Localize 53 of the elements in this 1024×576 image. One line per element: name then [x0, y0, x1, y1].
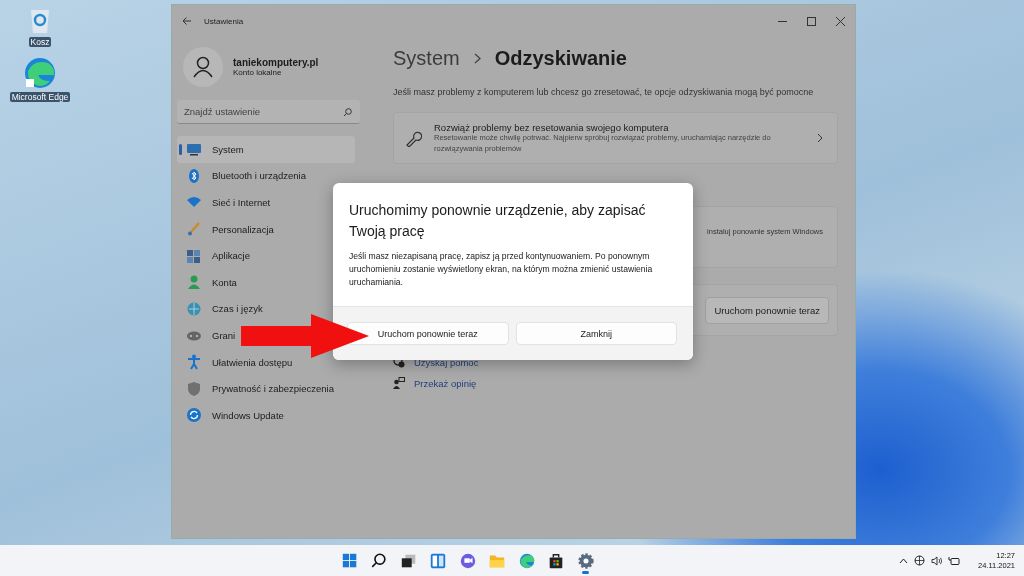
dialog-button[interactable]: Zamknij: [515, 322, 677, 345]
maximize-icon[interactable]: [807, 16, 816, 26]
person-icon: [193, 56, 213, 78]
edge-icon: [24, 57, 56, 89]
brush-icon: [186, 221, 202, 238]
back-icon[interactable]: [182, 16, 192, 26]
feedback-link[interactable]: Przekaż opinię: [414, 377, 477, 389]
dialog-button[interactable]: Uruchom ponownie teraz: [347, 322, 509, 345]
person-icon: [186, 274, 202, 291]
dialog-title: Uruchomimy ponownie urządzenie, aby zapisać Twoją pracę: [349, 201, 647, 241]
sidebar-item[interactable]: Prywatność i zabezpieczenia: [177, 375, 355, 402]
store-icon[interactable]: [547, 551, 565, 570]
restart-button[interactable]: Uruchom ponownie teraz: [705, 296, 829, 324]
accessibility-icon: [186, 354, 202, 371]
display-icon: [186, 141, 202, 158]
active-indicator: [582, 571, 589, 574]
chevron-icon: [473, 52, 481, 64]
card-title: Rozwiąż problemy bez resetowania swojego komputera: [434, 122, 670, 134]
speaker-icon[interactable]: [931, 555, 942, 566]
search-icon[interactable]: [370, 551, 388, 570]
sidebar-item[interactable]: Bluetooth i urządzenia: [177, 162, 355, 190]
chevron-up-icon[interactable]: [899, 557, 908, 564]
chevron-icon: [817, 133, 823, 143]
battery-icon[interactable]: [948, 555, 960, 566]
sidebar-item[interactable]: Ułatwienia dostępu: [177, 348, 355, 376]
page-description: Jeśli masz problemy z komputerem lub chcesz go zresetować, te opcje odzyskiwania mogą być pomocne: [393, 87, 815, 97]
dialog-message: Jeśli masz niezapisaną pracę, zapisz ją przed kontynuowaniem. Po ponownym uruchomieniu zostanie wyświetlony ekran, na którym można zmienić ustawienia uruchamiania.: [349, 250, 654, 289]
wrench-icon: [404, 129, 422, 147]
breadcrumb-link[interactable]: System: [393, 46, 460, 70]
sidebar-item[interactable]: System: [177, 136, 355, 163]
gear-icon[interactable]: [576, 551, 595, 570]
desktop-icon-label[interactable]: Microsoft Edge: [9, 92, 71, 102]
sidebar-item[interactable]: Windows Update: [177, 401, 355, 429]
desktop-icon-label[interactable]: Kosz: [28, 37, 52, 47]
help-link[interactable]: Uzyskaj pomoc: [414, 356, 479, 368]
chat-icon[interactable]: [458, 551, 477, 570]
edge-icon[interactable]: [517, 551, 536, 570]
start-icon[interactable]: [340, 551, 359, 570]
account-type: Konto lokalne: [233, 68, 283, 77]
feedback-icon: [393, 377, 405, 389]
close-icon[interactable]: [836, 16, 845, 26]
shield-icon: [186, 380, 202, 397]
update-icon: [186, 407, 202, 424]
account-name: taniekomputery.pl: [233, 57, 319, 68]
window-title: Ustawienia: [204, 16, 244, 26]
page-title: Odzyskiwanie: [494, 46, 627, 70]
globe-icon: [186, 300, 202, 317]
bluetooth-icon: [186, 167, 202, 184]
widgets-icon[interactable]: [429, 551, 447, 570]
apps-icon: [186, 247, 202, 264]
search-field[interactable]: Znajdź ustawienie: [177, 100, 360, 124]
search-icon: [343, 108, 352, 117]
globe-icon[interactable]: [914, 555, 925, 566]
